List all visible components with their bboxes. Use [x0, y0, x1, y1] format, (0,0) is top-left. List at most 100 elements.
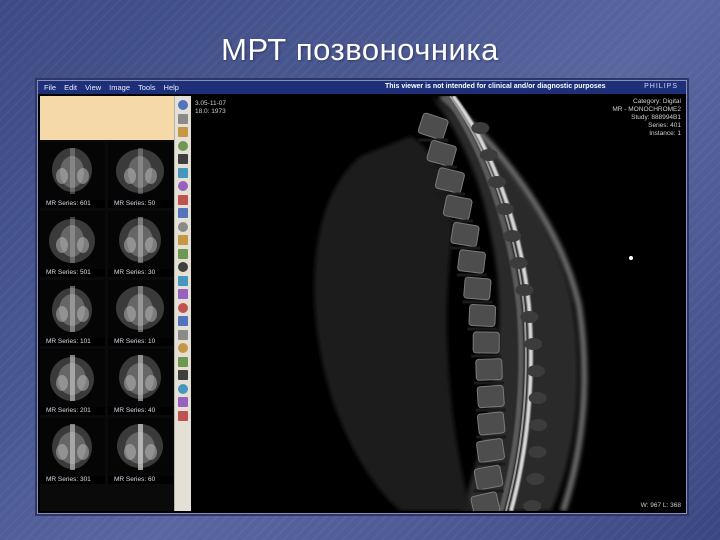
spinous-process [529, 419, 548, 431]
thumbnail-label: MR Series: 601 [46, 200, 91, 207]
series-thumbnail[interactable]: MR Series: 60 [108, 418, 173, 484]
overlay-birth: 18.0: 1973 [195, 108, 226, 115]
spinous-process [471, 122, 490, 134]
thumbnail-image [40, 280, 105, 338]
menu-tools[interactable]: Tools [138, 83, 156, 92]
reset-icon[interactable] [178, 208, 188, 218]
spinous-process [495, 203, 514, 215]
pointer-icon[interactable] [178, 100, 188, 110]
spinous-process [509, 257, 528, 269]
spinous-process [524, 338, 543, 350]
layout-icon[interactable] [178, 167, 188, 178]
overlay-series: Series: 401 [648, 122, 681, 129]
spinous-process [479, 149, 498, 161]
thumbnail-image [108, 142, 173, 200]
thumbnail-label: MR Series: 10 [114, 338, 156, 345]
thumbnail-image [108, 211, 173, 269]
overlay-window-level: W: 967 L: 368 [640, 502, 681, 509]
thumbnail-label: MR Series: 60 [114, 476, 156, 483]
vertebral-body [472, 331, 500, 354]
angle-icon[interactable] [178, 383, 188, 394]
vertebral-body [476, 438, 505, 463]
series-thumbnail[interactable]: MR Series: 601 [40, 142, 105, 208]
menu-help[interactable]: Help [164, 83, 179, 92]
slide-title: МРТ позвоночника [221, 32, 499, 67]
line-icon[interactable] [178, 370, 188, 380]
pan-icon[interactable] [178, 127, 188, 137]
thumbnail-panel: MR Series: 601 MR Series: 50 MR Series: 50… [40, 96, 174, 511]
vertebral-body [475, 358, 503, 381]
spinous-process [528, 446, 547, 458]
vertebral-body [463, 276, 492, 301]
menu-edit[interactable]: Edit [64, 83, 77, 92]
series-thumbnail[interactable]: MR Series: 301 [40, 418, 105, 484]
overlay-top-right: Category: Digital MR - MONOCHROME2 Study… [612, 98, 681, 138]
cursor-marker [629, 256, 633, 260]
series-thumbnail[interactable]: MR Series: 501 [40, 211, 105, 277]
rotate-icon[interactable] [178, 343, 188, 353]
menu-file[interactable]: File [44, 83, 56, 92]
series-thumbnail[interactable]: MR Series: 201 [40, 349, 105, 415]
thumbnail-label: MR Series: 201 [46, 407, 91, 414]
spinous-process [526, 473, 545, 485]
overlay-category: Category: Digital [632, 98, 681, 105]
overlay-modality: MR - MONOCHROME2 [612, 106, 681, 113]
vertebral-body [468, 304, 497, 327]
rewind-icon[interactable] [178, 302, 188, 313]
tool-strip [174, 96, 192, 511]
overlay-date: 3.05-11-07 [195, 100, 226, 107]
export-icon[interactable] [178, 235, 188, 245]
thumbnail-image [40, 211, 105, 269]
clip-icon[interactable] [178, 262, 188, 272]
window-level-icon[interactable] [178, 140, 188, 151]
disclaimer-text: This viewer is not intended for clinical… [385, 83, 606, 90]
thumbnail-label: MR Series: 301 [46, 476, 91, 483]
flip-icon[interactable] [178, 329, 188, 340]
brand-logo: PHILIPS [644, 83, 678, 90]
spinous-process [503, 230, 522, 242]
spinous-process [515, 284, 534, 296]
thumbnail-label: MR Series: 101 [46, 338, 91, 345]
play-icon[interactable] [178, 289, 188, 299]
series-thumbnail[interactable]: MR Series: 10 [108, 280, 173, 346]
thumbnail-image [108, 280, 173, 338]
series-thumbnail[interactable]: MR Series: 101 [40, 280, 105, 346]
spinous-process [520, 311, 539, 323]
vertebral-body [476, 384, 505, 409]
cine-icon[interactable] [178, 275, 188, 286]
vertebral-body [473, 464, 504, 491]
thumbnail-image [40, 418, 105, 476]
spine-mri-image [191, 96, 685, 511]
invert-icon[interactable] [178, 154, 188, 164]
print-icon[interactable] [178, 221, 188, 232]
vertebral-body [450, 221, 480, 247]
roi-icon[interactable] [178, 397, 188, 407]
series-thumbnail[interactable]: MR Series: 30 [108, 211, 173, 277]
menu-image[interactable]: Image [109, 83, 130, 92]
menu-bar: File Edit View Image Tools Help This vie… [38, 81, 686, 94]
thumbnail-image [40, 349, 105, 407]
help-icon[interactable] [178, 356, 188, 367]
overlay-study: Study: 888994B1 [631, 114, 681, 121]
measure-icon[interactable] [178, 181, 188, 191]
spinous-process [488, 176, 507, 188]
vertebral-body [476, 411, 506, 436]
magnify-icon[interactable] [178, 113, 188, 124]
dicom-viewer-window: File Edit View Image Tools Help This vie… [37, 80, 687, 514]
series-thumbnail[interactable]: MR Series: 50 [108, 142, 173, 208]
overlay-top-left: 3.05-11-07 18.0: 1973 [195, 100, 226, 116]
thumbnail-label: MR Series: 50 [114, 200, 156, 207]
stack-icon[interactable] [178, 316, 188, 326]
text-icon[interactable] [178, 410, 188, 421]
overlay-instance: Instance: 1 [649, 130, 681, 137]
mri-image-view[interactable]: 3.05-11-07 18.0: 1973 Category: Digital … [191, 96, 685, 511]
vertebral-body [457, 249, 486, 274]
save-icon[interactable] [178, 248, 188, 259]
annotate-icon[interactable] [178, 194, 188, 205]
series-thumbnail[interactable]: MR Series: 40 [108, 349, 173, 415]
thumbnail-label: MR Series: 30 [114, 269, 156, 276]
spinous-process [528, 392, 547, 404]
spinous-process [527, 365, 546, 377]
thumbnail-label: MR Series: 501 [46, 269, 91, 276]
menu-view[interactable]: View [85, 83, 101, 92]
